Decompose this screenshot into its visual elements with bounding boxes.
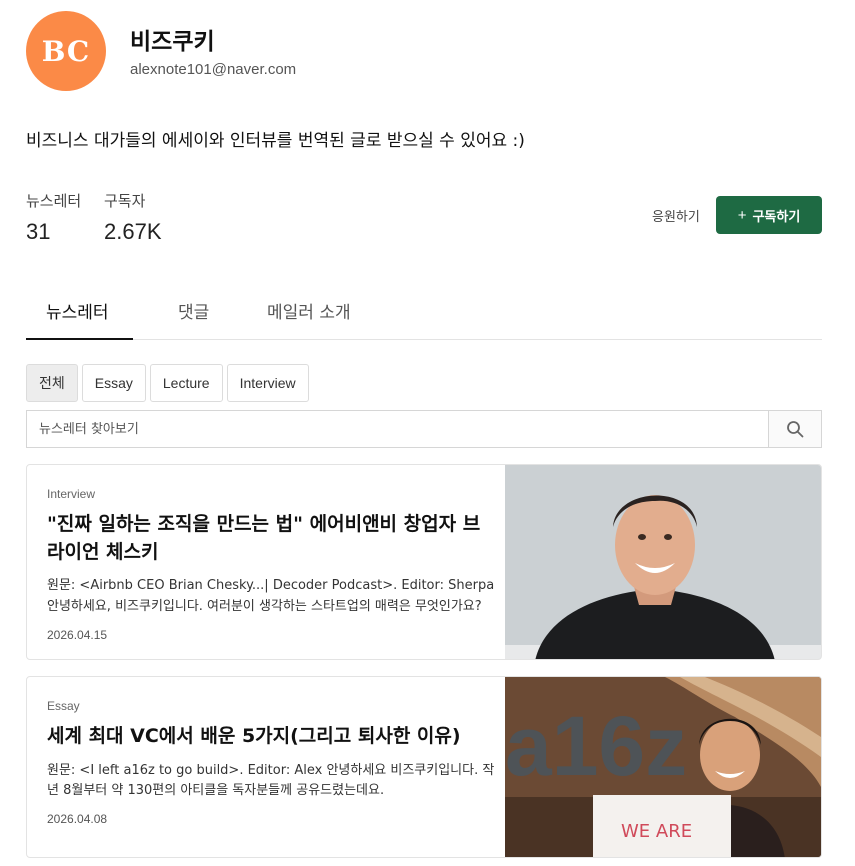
search-input[interactable]: [27, 411, 768, 447]
filter-lecture[interactable]: Lecture: [149, 364, 223, 402]
post-text: Essay 세계 최대 VC에서 배운 5가지(그리고 퇴사한 이유) 원문: …: [47, 677, 497, 826]
portrait-image: [505, 465, 821, 659]
post-thumbnail: [505, 465, 821, 659]
subscriber-count-value: 2.67K: [104, 219, 162, 244]
post-excerpt: 원문: <I left a16z to go build>. Editor: A…: [47, 762, 495, 799]
filter-essay[interactable]: Essay: [81, 364, 146, 402]
support-button[interactable]: 응원하기: [652, 206, 700, 225]
post-card[interactable]: Interview "진짜 일하는 조직을 만드는 법" 에어비앤비 창업자 브…: [26, 464, 822, 660]
post-date: 2026.04.15: [47, 627, 108, 642]
active-tab-indicator: [26, 338, 133, 340]
tab-comments[interactable]: 댓글: [178, 298, 209, 323]
post-category: Essay: [47, 699, 80, 713]
post-title: 세계 최대 VC에서 배운 5가지(그리고 퇴사한 이유): [47, 725, 461, 747]
search-button[interactable]: [768, 411, 821, 447]
office-selfie-image: a16z WE ARE: [505, 677, 821, 857]
profile-tabs: 뉴스레터 댓글 메일러 소개: [26, 284, 822, 340]
post-date: 2026.04.08: [47, 812, 108, 827]
newsletter-count-value: 31: [26, 219, 51, 244]
profile-description: 비즈니스 대가들의 에세이와 인터뷰를 번역된 글로 받으실 수 있어요 :): [26, 131, 525, 151]
subscribe-label: 구독하기: [752, 208, 801, 224]
profile-name: 비즈쿠키: [130, 29, 215, 55]
post-title: "진짜 일하는 조직을 만드는 법" 에어비앤비 창업자 브라이언 체스키: [47, 513, 481, 563]
post-thumbnail: a16z WE ARE: [505, 677, 821, 857]
tab-mailer-intro[interactable]: 메일러 소개: [267, 298, 351, 323]
newsletter-count-stat: 뉴스레터 31: [26, 190, 81, 245]
newsletter-count-label: 뉴스레터: [26, 192, 82, 210]
avatar: BC: [26, 11, 106, 91]
post-excerpt: 원문: <Airbnb CEO Brian Chesky...| Decoder…: [47, 578, 495, 614]
search-icon: [787, 421, 804, 438]
subscriber-count-label: 구독자: [104, 192, 146, 210]
filter-interview[interactable]: Interview: [226, 364, 309, 402]
a16z-logo: a16z: [505, 699, 687, 793]
post-card[interactable]: Essay 세계 최대 VC에서 배운 5가지(그리고 퇴사한 이유) 원문: …: [26, 676, 822, 858]
post-category: Interview: [47, 487, 96, 501]
tab-newsletter[interactable]: 뉴스레터: [46, 298, 109, 323]
filter-all[interactable]: 전체: [26, 364, 78, 402]
category-filter: 전체 Essay Lecture Interview: [26, 364, 309, 402]
newsletter-search: [26, 410, 822, 448]
subscriber-count-stat: 구독자 2.67K: [104, 190, 162, 245]
subscribe-button[interactable]: + 구독하기: [716, 196, 822, 234]
plus-icon: +: [737, 206, 747, 224]
profile-email: alexnote101@naver.com: [130, 61, 297, 78]
post-text: Interview "진짜 일하는 조직을 만드는 법" 에어비앤비 창업자 브…: [47, 465, 497, 642]
sign-text: WE ARE: [621, 821, 692, 842]
